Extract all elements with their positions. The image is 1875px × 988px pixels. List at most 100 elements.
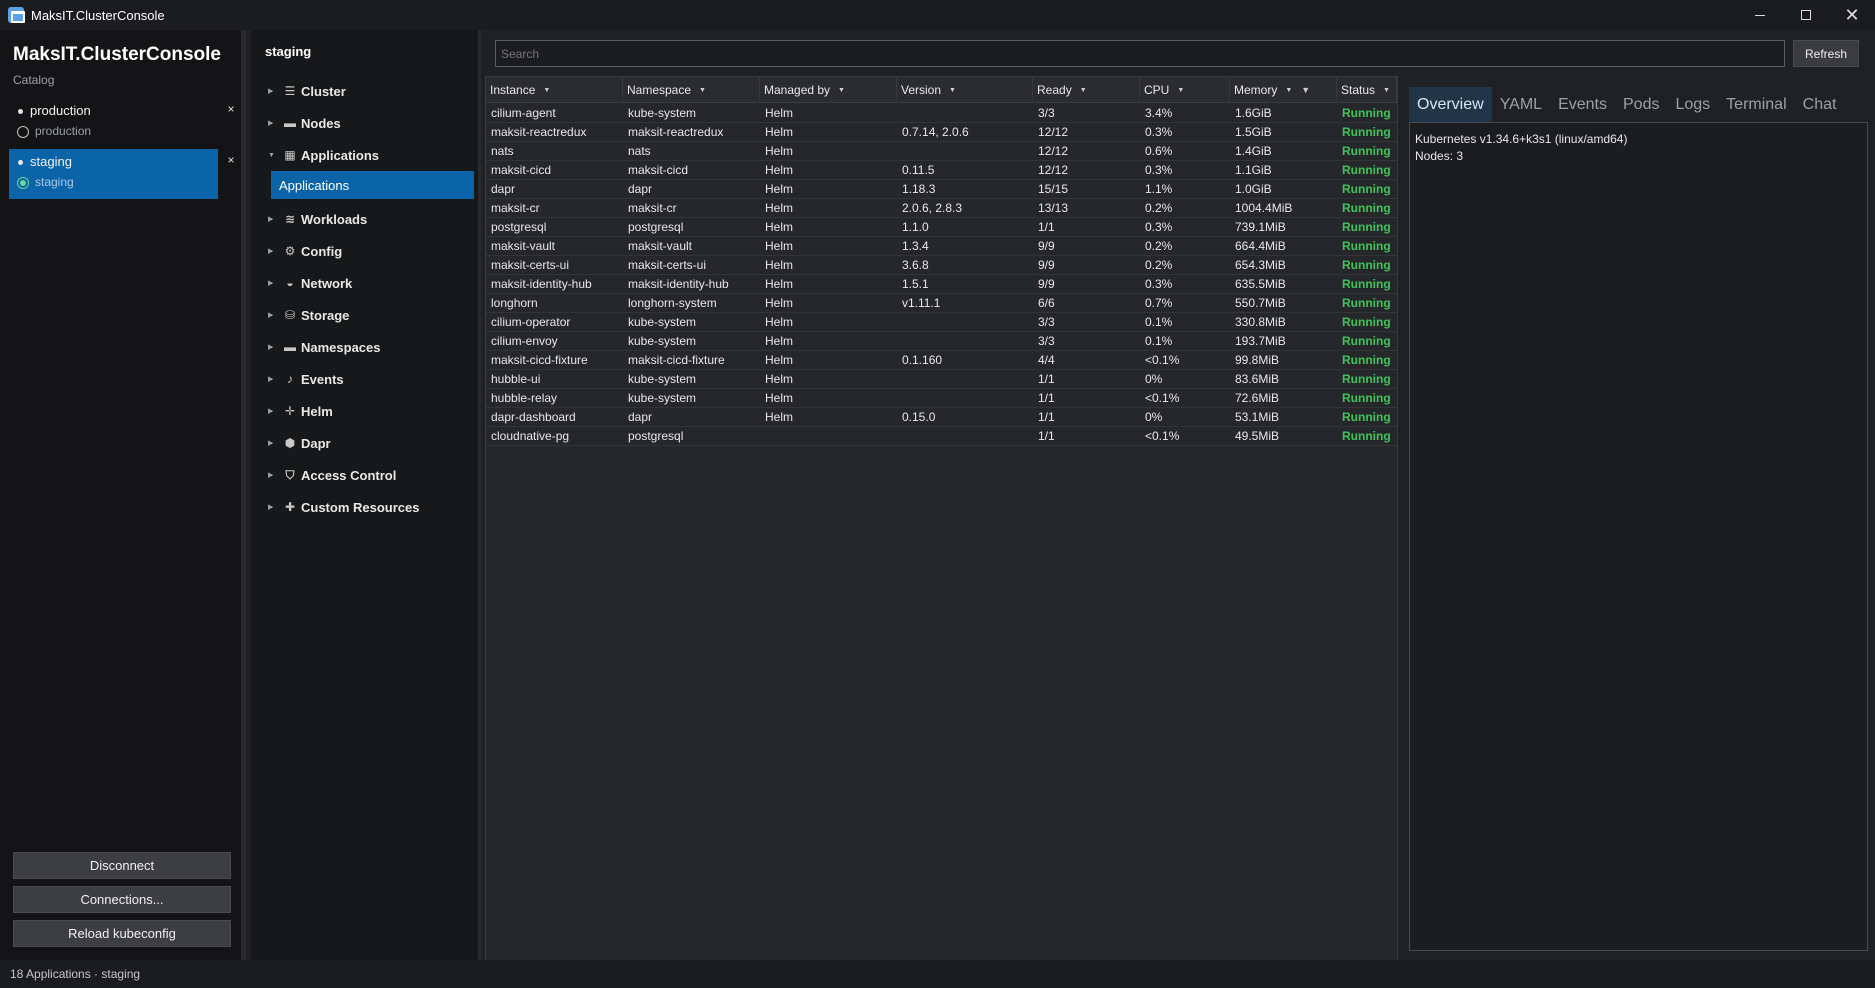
nav-item-applications[interactable]: ▼ ▦ Applications [268,144,379,166]
nav-item-cluster[interactable]: ▶ ☰ Cluster [268,80,346,102]
refresh-button[interactable]: Refresh [1793,40,1859,67]
cell-status: Running [1342,315,1391,329]
cell-cpu: 0% [1145,410,1163,424]
nav-item-helm[interactable]: ▶ ✛ Helm [268,400,333,422]
connection-staging[interactable]: staging staging [9,149,218,199]
minimize-button[interactable] [1737,0,1783,30]
column-header-label: Memory [1234,83,1278,97]
table-row[interactable]: dapr-dashboard dapr Helm 0.15.0 1/1 0% 53.1MiB… [486,408,1397,427]
nav-item-workloads[interactable]: ▶ ≋ Workloads [268,208,367,230]
server-stack-icon: ☰ [284,84,296,98]
table-row[interactable]: cloudnative-pg postgresql 1/1 <0.1% 49.5MiB R… [486,427,1397,446]
cell-namespace: kube-system [628,315,697,329]
cell-instance: cilium-envoy [491,334,558,348]
nav-subitem-applications[interactable]: Applications [271,171,474,199]
tab-terminal[interactable]: Terminal [1718,87,1794,122]
table-row[interactable]: hubble-ui kube-system Helm 1/1 0% 83.6MiB Runn… [486,370,1397,389]
nav-item-namespaces[interactable]: ▶ ▬ Namespaces [268,336,381,358]
table-row[interactable]: nats nats Helm 12/12 0.6% 1.4GiB Running [486,142,1397,161]
cell-managed-by: Helm [765,410,794,424]
column-header-version[interactable]: Version ▼ [897,77,1033,103]
column-header-ready[interactable]: Ready ▼ [1033,77,1140,103]
expand-arrow-icon: ▶ [268,248,274,255]
table-row[interactable]: maksit-cicd-fixture maksit-cicd-fixture He… [486,351,1397,370]
close-connection-production-icon[interactable]: × [224,102,238,116]
maximize-button[interactable] [1783,0,1829,30]
cell-ready: 3/3 [1038,334,1055,348]
expand-arrow-icon: ▶ [268,376,274,383]
nav-item-config[interactable]: ▶ ⚙ Config [268,240,342,262]
tab-logs[interactable]: Logs [1667,87,1718,122]
expand-arrow-icon: ▶ [268,440,274,447]
connection-production[interactable]: production production [9,98,218,148]
close-window-button[interactable]: ✕ [1829,0,1875,30]
column-header-label: Instance [490,83,536,97]
cell-namespace: maksit-identity-hub [628,277,729,291]
cell-cpu: 0.2% [1145,258,1173,272]
nav-item-nodes[interactable]: ▶ ▬ Nodes [268,112,341,134]
search-input[interactable] [495,40,1785,67]
table-row[interactable]: maksit-reactredux maksit-reactredux Helm 0.… [486,123,1397,142]
column-header-cpu[interactable]: CPU ▼ [1140,77,1230,103]
nav-item-network[interactable]: ▶ ◒ Network [268,272,352,294]
column-header-memory[interactable]: Memory ▼ ▼ [1230,77,1337,103]
cell-version: 1.1.0 [902,220,929,234]
nav-item-events[interactable]: ▶ ♪ Events [268,368,344,390]
cell-status: Running [1342,258,1391,272]
column-header-namespace[interactable]: Namespace ▼ [623,77,760,103]
table-row[interactable]: cilium-envoy kube-system Helm 3/3 0.1% 193.7M… [486,332,1397,351]
column-header-label: Namespace [627,83,692,97]
context-radio[interactable] [17,177,29,189]
table-row[interactable]: maksit-cr maksit-cr Helm 2.0.6, 2.8.3 13/13 0… [486,199,1397,218]
nav-item-access-control[interactable]: ▶ ⛉ Access Control [268,464,396,486]
cell-version: 2.0.6, 2.8.3 [902,201,963,215]
cell-status: Running [1342,106,1391,120]
cell-ready: 9/9 [1038,277,1055,291]
close-connection-staging-icon[interactable]: × [224,153,238,167]
table-row[interactable]: longhorn longhorn-system Helm v1.11.1 6/6 0.7… [486,294,1397,313]
cell-ready: 13/13 [1038,201,1069,215]
table-row[interactable]: maksit-cicd maksit-cicd Helm 0.11.5 12/12 0.3… [486,161,1397,180]
cell-instance: postgresql [491,220,547,234]
context-radio[interactable] [17,126,29,138]
nav-item-custom-resources[interactable]: ▶ ✚ Custom Resources [268,496,419,518]
table-row[interactable]: maksit-identity-hub maksit-identity-hub He… [486,275,1397,294]
cell-memory: 83.6MiB [1235,372,1280,386]
cell-namespace: nats [628,144,651,158]
cell-namespace: maksit-reactredux [628,125,724,139]
column-header-status[interactable]: Status ▼ [1337,77,1397,103]
table-row[interactable]: hubble-relay kube-system Helm 1/1 <0.1% 72.6M… [486,389,1397,408]
nav-item-storage[interactable]: ▶ ⛁ Storage [268,304,349,326]
shield-icon: ⛉ [285,467,295,482]
reload-kubeconfig-button[interactable]: Reload kubeconfig [13,920,231,947]
table-row[interactable]: postgresql postgresql Helm 1.1.0 1/1 0.3% 739.… [486,218,1397,237]
tab-events[interactable]: Events [1550,87,1615,122]
nav-item-dapr[interactable]: ▶ ⬢ Dapr [268,432,331,454]
nav-item-label: Config [301,243,343,259]
tab-overview[interactable]: Overview [1409,87,1492,122]
cell-managed-by [760,427,765,446]
table-row[interactable]: cilium-operator kube-system Helm 3/3 0.1% 330… [486,313,1397,332]
tab-pods[interactable]: Pods [1615,87,1667,122]
table-row[interactable]: maksit-certs-ui maksit-certs-ui Helm 3.6.8 9… [486,256,1397,275]
cell-status: Running [1342,277,1391,291]
maximize-icon [1801,10,1811,20]
tab-chat[interactable]: Chat [1795,87,1845,122]
cell-cpu: <0.1% [1145,353,1180,367]
column-header-label: Ready [1037,83,1072,97]
table-row[interactable]: maksit-vault maksit-vault Helm 1.3.4 9/9 0.2%… [486,237,1397,256]
expand-arrow-icon: ▶ [268,408,274,415]
column-header-managed-by[interactable]: Managed by ▼ [760,77,897,103]
connections-button[interactable]: Connections... [13,886,231,913]
table-row[interactable]: cilium-agent kube-system Helm 3/3 3.4% 1.6GiB… [486,104,1397,123]
cell-memory: 1004.4MiB [1235,201,1293,215]
tab-yaml[interactable]: YAML [1492,87,1550,122]
table-header: Instance ▼ Namespace ▼ Managed by ▼ Version… [486,77,1397,103]
database-icon: ⛁ [284,308,296,322]
cell-namespace: dapr [628,410,653,424]
network-icon: ◒ [286,276,294,290]
table-row[interactable]: dapr dapr Helm 1.18.3 15/15 1.1% 1.0GiB Running [486,180,1397,199]
disconnect-button[interactable]: Disconnect [13,852,231,879]
layers-icon: ≋ [284,212,296,226]
column-header-instance[interactable]: Instance ▼ [486,77,623,103]
